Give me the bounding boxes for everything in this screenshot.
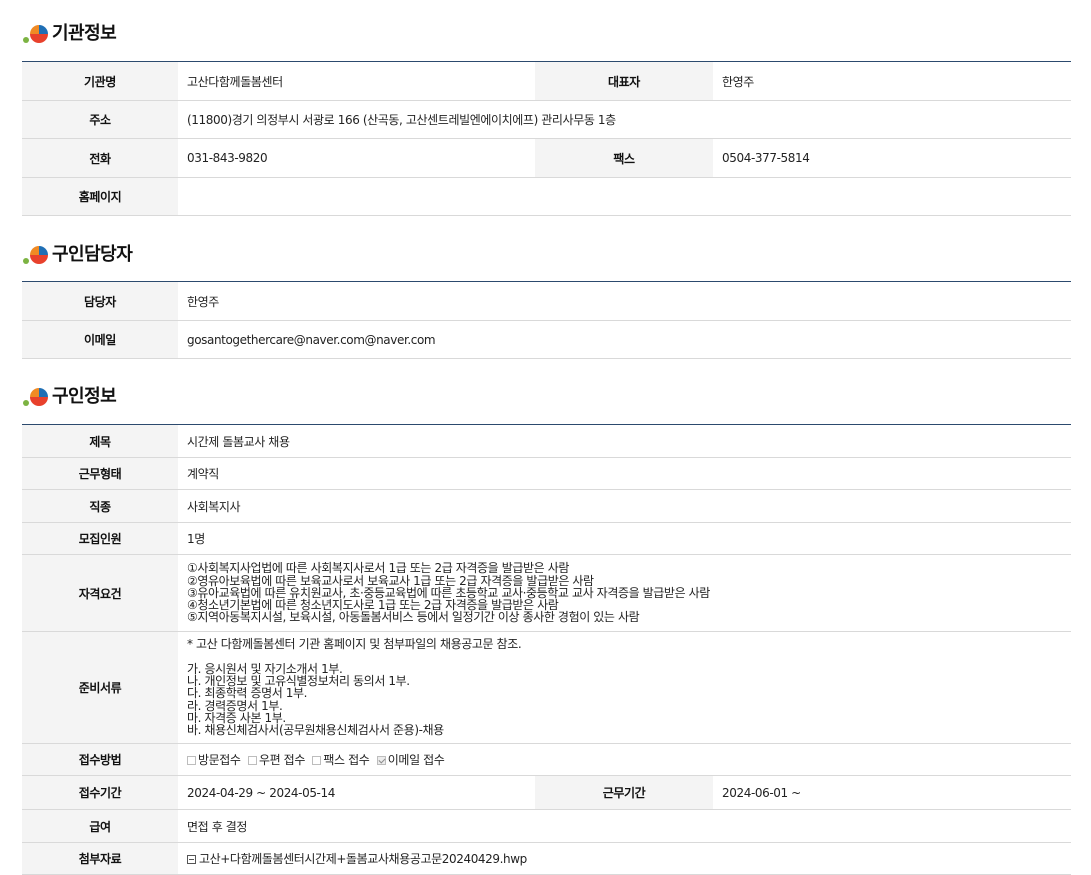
subject-value: 시간제 돌봄교사 채용: [178, 424, 1071, 458]
table-row: 기관명 고산다함께돌봄센터 대표자 한영주: [22, 61, 1071, 101]
document-item: 라. 경력증명서 1부.: [187, 698, 283, 713]
apply-method-fax: 팩스 접수: [312, 753, 370, 767]
table-row: 접수기간 2024-04-29 ~ 2024-05-14 근무기간 2024-0…: [22, 775, 1071, 810]
address-value: (11800)경기 의정부시 서광로 166 (산곡동, 고산센트레빌엔에이치에…: [178, 100, 1071, 139]
phone-label: 전화: [22, 138, 178, 178]
table-row: 급여 면접 후 결정: [22, 809, 1071, 843]
table-row: 첨부자료 고산+다함께돌봄센터시간제+돌봄교사채용공고문20240429.hwp: [22, 842, 1071, 875]
section-title-contact: 구인담당자: [22, 240, 133, 266]
table-row: 이메일 gosantogethercare@naver.com@naver.co…: [22, 320, 1071, 359]
checkbox-icon: [312, 756, 322, 765]
qualification-item: ①사회복지사업법에 따른 사회복지사로서 1급 또는 2급 자격증을 발급받은 …: [187, 561, 569, 576]
work-type-value: 계약직: [178, 457, 1071, 490]
apply-method-visit: 방문접수: [187, 753, 241, 767]
work-type-label: 근무형태: [22, 457, 178, 490]
documents-value: * 고산 다함께돌봄센터 기관 홈페이지 및 첨부파일의 채용공고문 참조. 가…: [178, 631, 1071, 744]
section-bullet-icon: [22, 19, 50, 45]
homepage-value[interactable]: [178, 177, 1071, 216]
document-item: 나. 개인정보 및 고유식별정보처리 동의서 1부.: [187, 674, 410, 689]
homepage-label: 홈페이지: [22, 177, 178, 216]
manager-value: 한영주: [178, 281, 1071, 321]
apply-method-label-text: 이메일 접수: [387, 753, 445, 767]
apply-method-label-text: 방문접수: [198, 753, 241, 767]
attachment-label: 첨부자료: [22, 842, 178, 875]
org-name-value: 고산다함께돌봄센터: [178, 61, 535, 101]
attachment-value: 고산+다함께돌봄센터시간제+돌봄교사채용공고문20240429.hwp: [178, 842, 1071, 875]
table-row: 직종 사회복지사: [22, 489, 1071, 523]
section-title-org: 기관정보: [22, 19, 117, 45]
document-item: 다. 최종학력 증명서 1부.: [187, 686, 308, 701]
table-row: 자격요건 ①사회복지사업법에 따른 사회복지사로서 1급 또는 2급 자격증을 …: [22, 554, 1071, 632]
qualification-value: ①사회복지사업법에 따른 사회복지사로서 1급 또는 2급 자격증을 발급받은 …: [178, 554, 1071, 632]
documents-label: 준비서류: [22, 631, 178, 744]
section-title-text: 구인담당자: [52, 244, 133, 265]
qualification-label: 자격요건: [22, 554, 178, 632]
table-row: 접수방법 방문접수 우편 접수 팩스 접수 이메일 접수: [22, 743, 1071, 776]
apply-method-label-text: 팩스 접수: [323, 753, 370, 767]
ceo-label: 대표자: [535, 61, 713, 101]
work-period-value: 2024-06-01 ~: [713, 775, 1071, 810]
fax-label: 팩스: [535, 138, 713, 178]
org-name-label: 기관명: [22, 61, 178, 101]
checkbox-icon: [187, 756, 196, 765]
qualification-item: ⑤지역아동복지시설, 보육시설, 아동돌봄서비스 등에서 일정기간 이상 종사한…: [187, 610, 640, 625]
salary-label: 급여: [22, 809, 178, 843]
headcount-value: 1명: [178, 522, 1071, 555]
email-value[interactable]: gosantogethercare@naver.com@naver.com: [178, 320, 1071, 359]
attachment-link[interactable]: 고산+다함께돌봄센터시간제+돌봄교사채용공고문20240429.hwp: [199, 852, 527, 866]
table-row: 준비서류 * 고산 다함께돌봄센터 기관 홈페이지 및 첨부파일의 채용공고문 …: [22, 631, 1071, 744]
table-row: 주소 (11800)경기 의정부시 서광로 166 (산곡동, 고산센트레빌엔에…: [22, 100, 1071, 139]
section-bullet-icon: [22, 240, 50, 266]
email-label: 이메일: [22, 320, 178, 359]
job-info-table: 제목 시간제 돌봄교사 채용 근무형태 계약직 직종 사회복지사 모집인원 1명…: [22, 424, 1071, 875]
manager-label: 담당자: [22, 281, 178, 321]
apply-period-value: 2024-04-29 ~ 2024-05-14: [178, 775, 535, 810]
org-info-table: 기관명 고산다함께돌봄센터 대표자 한영주 주소 (11800)경기 의정부시 …: [22, 61, 1071, 216]
section-title-job: 구인정보: [22, 382, 117, 408]
table-row: 전화 031-843-9820 팩스 0504-377-5814: [22, 138, 1071, 178]
table-row: 홈페이지: [22, 177, 1071, 216]
qualification-item: ②영유아보육법에 따른 보육교사로서 보육교사 1급 또는 2급 자격증을 발급…: [187, 573, 594, 588]
section-bullet-icon: [22, 382, 50, 408]
table-row: 제목 시간제 돌봄교사 채용: [22, 424, 1071, 458]
apply-method-mail: 우편 접수: [247, 753, 305, 767]
address-label: 주소: [22, 100, 178, 139]
documents-note: * 고산 다함께돌봄센터 기관 홈페이지 및 첨부파일의 채용공고문 참조.: [187, 637, 522, 652]
section-title-text: 구인정보: [52, 386, 117, 407]
document-item: 바. 채용신체검사서(공무원채용신체검사서 준용)-채용: [187, 723, 444, 738]
contact-info-table: 담당자 한영주 이메일 gosantogethercare@naver.com@…: [22, 281, 1071, 359]
subject-label: 제목: [22, 424, 178, 458]
headcount-label: 모집인원: [22, 522, 178, 555]
table-row: 담당자 한영주: [22, 281, 1071, 321]
phone-value: 031-843-9820: [178, 138, 535, 178]
apply-method-label-text: 우편 접수: [258, 753, 305, 767]
ceo-value: 한영주: [713, 61, 1071, 101]
checkbox-icon: [247, 756, 257, 765]
table-row: 근무형태 계약직: [22, 457, 1071, 490]
fax-value: 0504-377-5814: [713, 138, 1071, 178]
checkbox-checked-icon: [376, 756, 386, 765]
occupation-value: 사회복지사: [178, 489, 1071, 523]
apply-method-label: 접수방법: [22, 743, 178, 776]
apply-method-email: 이메일 접수: [376, 753, 445, 767]
apply-period-label: 접수기간: [22, 775, 178, 810]
salary-value: 면접 후 결정: [178, 809, 1071, 843]
table-row: 모집인원 1명: [22, 522, 1071, 555]
section-title-text: 기관정보: [52, 23, 117, 44]
apply-method-value: 방문접수 우편 접수 팩스 접수 이메일 접수: [178, 743, 1071, 776]
work-period-label: 근무기간: [535, 775, 713, 810]
file-icon: [187, 855, 196, 864]
occupation-label: 직종: [22, 489, 178, 523]
